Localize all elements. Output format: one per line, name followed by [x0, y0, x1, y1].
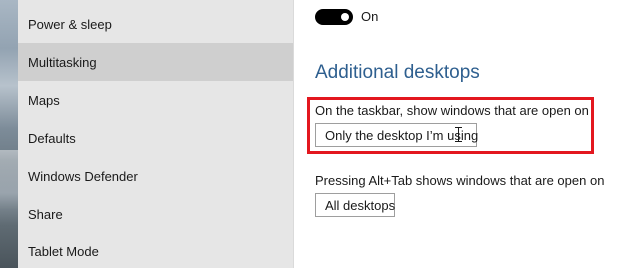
sidebar-item-power-sleep[interactable]: Power & sleep — [18, 5, 293, 43]
sidebar-item-maps[interactable]: Maps — [18, 81, 293, 119]
sidebar-item-label: Maps — [28, 92, 60, 108]
sidebar-item-windows-defender[interactable]: Windows Defender — [18, 157, 293, 195]
section-title: Additional desktops — [315, 62, 480, 83]
sidebar-item-label: Share — [28, 206, 63, 222]
toggle-state-label: On — [361, 9, 379, 24]
taskbar-setting-label: On the taskbar, show windows that are op… — [315, 103, 589, 118]
sidebar-item-label: Defaults — [28, 130, 76, 146]
sidebar-item-defaults[interactable]: Defaults — [18, 119, 293, 157]
sidebar-item-share[interactable]: Share — [18, 195, 293, 233]
pane-divider — [293, 0, 294, 268]
background-landscape-image — [0, 0, 18, 268]
sidebar-item-label: Multitasking — [28, 54, 97, 70]
multitasking-toggle-switch[interactable] — [315, 9, 353, 25]
sidebar-item-label: Power & sleep — [28, 16, 112, 32]
settings-window: Power & sleep Multitasking Maps Defaults… — [0, 0, 620, 268]
alttab-desktops-dropdown[interactable]: All desktops — [315, 193, 395, 217]
toggle-knob — [341, 13, 349, 21]
taskbar-desktops-dropdown[interactable]: Only the desktop I’m using — [315, 123, 478, 147]
sidebar-item-label: Tablet Mode — [28, 243, 99, 259]
sidebar-item-multitasking[interactable]: Multitasking — [18, 43, 293, 81]
alttab-setting-label: Pressing Alt+Tab shows windows that are … — [315, 173, 605, 188]
sidebar-item-tablet-mode[interactable]: Tablet Mode — [18, 232, 293, 268]
sidebar: Power & sleep Multitasking Maps Defaults… — [18, 0, 293, 268]
text-cursor-icon — [455, 127, 462, 142]
sidebar-item-label: Windows Defender — [28, 168, 138, 184]
dropdown-value: All desktops — [325, 197, 396, 213]
